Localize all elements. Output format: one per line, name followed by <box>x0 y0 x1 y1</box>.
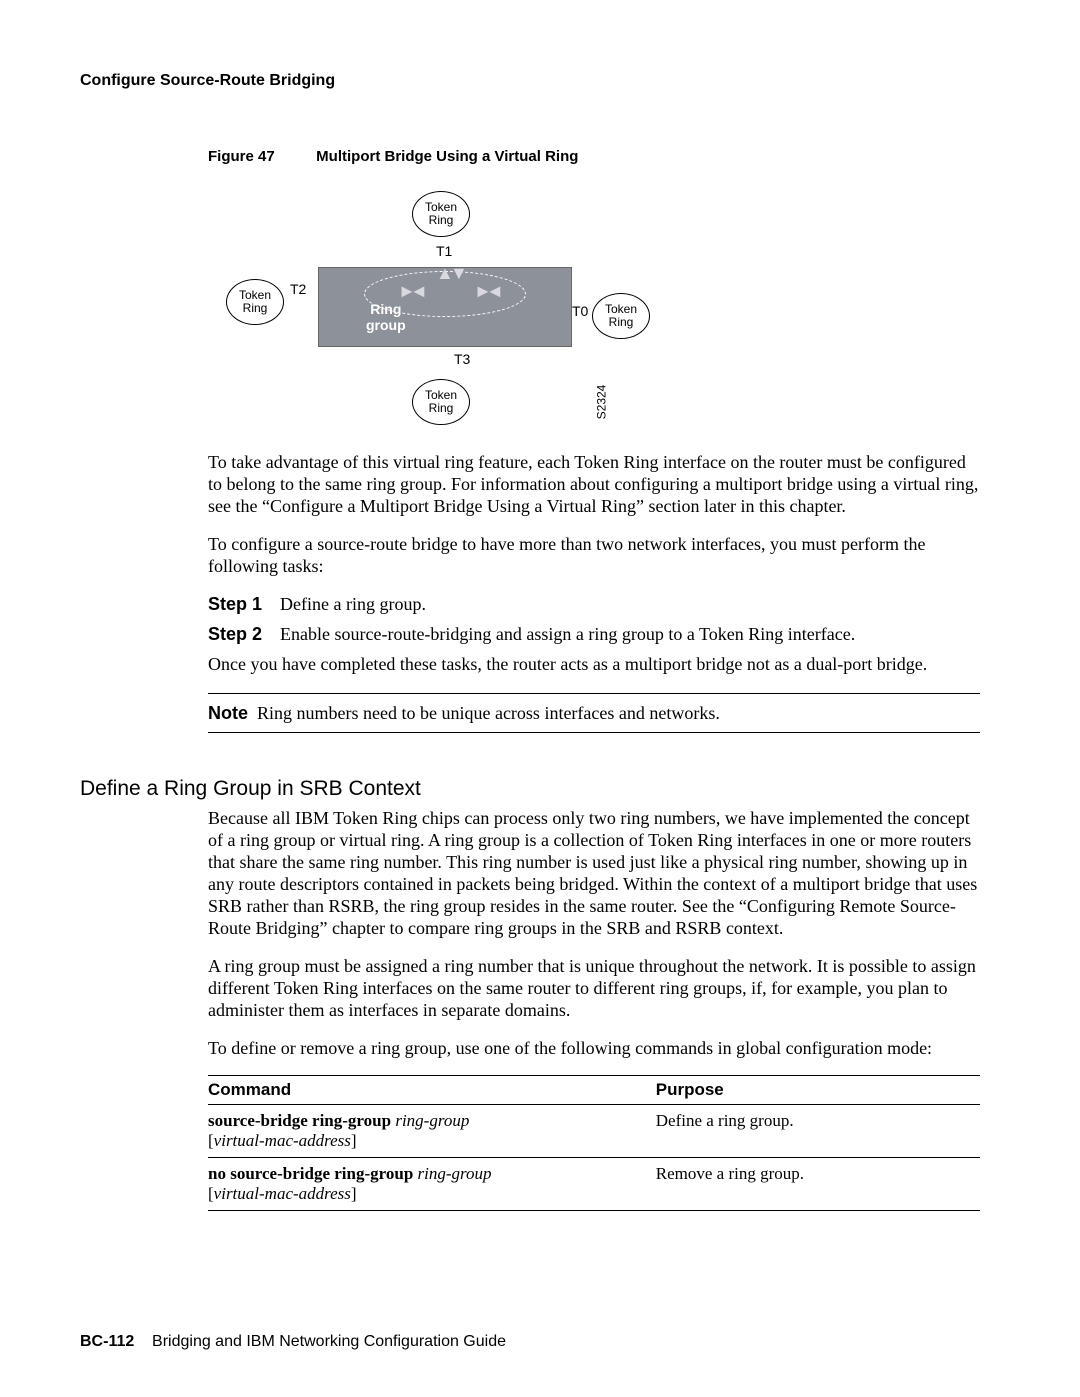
purpose-cell: Define a ring group. <box>656 1105 980 1158</box>
th-purpose: Purpose <box>656 1076 980 1105</box>
table-row: source-bridge ring-group ring-group [vir… <box>208 1105 980 1158</box>
rule <box>208 693 980 694</box>
cmd-opt: virtual-mac-address <box>214 1131 351 1150</box>
note-text: Ring numbers need to be unique across in… <box>257 703 720 723</box>
note-label: Note <box>208 703 248 723</box>
token-ring-top: Token Ring <box>412 191 470 237</box>
figure-caption: Figure 47 Multiport Bridge Using a Virtu… <box>208 148 980 165</box>
figure-diagram: Ring group ▲ ▼ ► ◄ ► ◄ Token Ring T1 Tok… <box>214 185 980 433</box>
cmd-arg: ring-group <box>395 1111 469 1130</box>
section-heading: Define a Ring Group in SRB Context <box>80 777 980 801</box>
paragraph: Because all IBM Token Ring chips can pro… <box>208 807 980 939</box>
arrow-left-icon: ◄ <box>486 281 504 302</box>
figure-id: S2324 <box>594 385 608 420</box>
step-text: Define a ring group. <box>280 593 426 615</box>
step-1: Step 1 Define a ring group. <box>208 593 980 615</box>
command-cell: no source-bridge ring-group ring-group [… <box>208 1158 656 1211</box>
figure-title: Multiport Bridge Using a Virtual Ring <box>316 148 578 165</box>
step-label: Step 2 <box>208 623 280 645</box>
cmd-opt: virtual-mac-address <box>214 1184 351 1203</box>
token-ring-right: Token Ring <box>592 293 650 339</box>
step-label: Step 1 <box>208 593 280 615</box>
page-footer: BC-112 Bridging and IBM Networking Confi… <box>80 1333 506 1351</box>
purpose-cell: Remove a ring group. <box>656 1158 980 1211</box>
th-command: Command <box>208 1076 656 1105</box>
running-head: Configure Source-Route Bridging <box>80 72 980 90</box>
step-2: Step 2 Enable source-route-bridging and … <box>208 623 980 645</box>
token-ring-left: Token Ring <box>226 279 284 325</box>
arrow-down-icon: ▼ <box>450 263 468 284</box>
book-title: Bridging and IBM Networking Configuratio… <box>152 1333 506 1350</box>
command-cell: source-bridge ring-group ring-group [vir… <box>208 1105 656 1158</box>
table-row: no source-bridge ring-group ring-group [… <box>208 1158 980 1211</box>
port-t2: T2 <box>290 281 306 297</box>
paragraph: To take advantage of this virtual ring f… <box>208 451 980 517</box>
port-t0: T0 <box>572 303 588 319</box>
paragraph: A ring group must be assigned a ring num… <box>208 955 980 1021</box>
note: Note Ring numbers need to be unique acro… <box>208 702 980 724</box>
ring-group-label: Ring group <box>366 301 406 333</box>
paragraph: Once you have completed these tasks, the… <box>208 653 980 675</box>
cmd-arg: ring-group <box>418 1164 492 1183</box>
step-text: Enable source-route-bridging and assign … <box>280 623 855 645</box>
page: Configure Source-Route Bridging Figure 4… <box>0 0 1080 1397</box>
port-t1: T1 <box>436 243 452 259</box>
port-t3: T3 <box>454 351 470 367</box>
cmd-keyword: no source-bridge ring-group <box>208 1164 413 1183</box>
paragraph: To configure a source-route bridge to ha… <box>208 533 980 577</box>
arrow-left-icon: ◄ <box>410 281 428 302</box>
command-table: Command Purpose source-bridge ring-group… <box>208 1075 980 1211</box>
figure-label: Figure 47 <box>208 148 312 165</box>
main-content: Figure 47 Multiport Bridge Using a Virtu… <box>208 148 980 1211</box>
page-number: BC-112 <box>80 1333 134 1350</box>
rule <box>208 732 980 733</box>
token-ring-bottom: Token Ring <box>412 379 470 425</box>
cmd-keyword: source-bridge ring-group <box>208 1111 391 1130</box>
paragraph: To define or remove a ring group, use on… <box>208 1037 980 1059</box>
